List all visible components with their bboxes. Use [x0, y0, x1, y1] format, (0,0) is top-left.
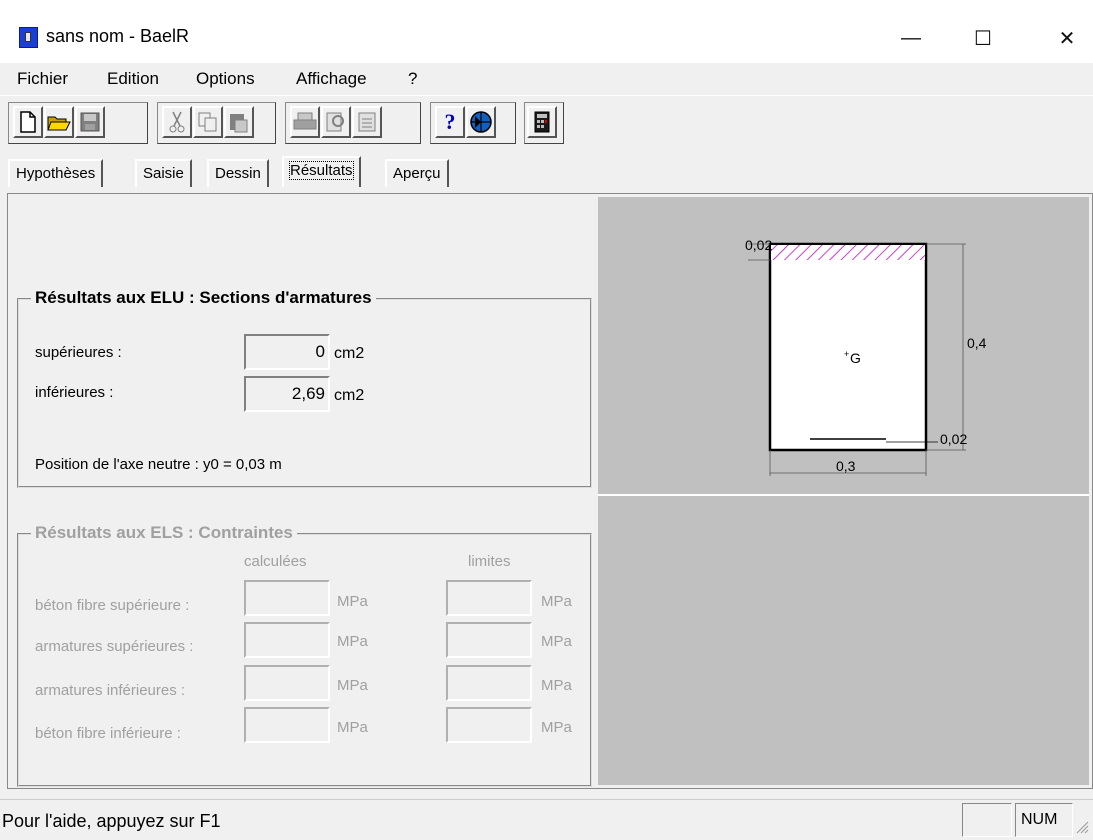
- tab-apercu[interactable]: Aperçu: [385, 159, 449, 187]
- tab-dessin[interactable]: Dessin: [207, 159, 269, 187]
- section-drawing-area: + G 0,02 0,4 0,02 0,3: [598, 197, 1089, 785]
- els-row-label: béton fibre supérieure :: [35, 597, 190, 614]
- height-dimension-label: 0,4: [967, 335, 987, 351]
- save-icon: [75, 106, 105, 138]
- menu-fichier[interactable]: Fichier: [17, 69, 68, 89]
- elu-group: Résultats aux ELU : Sections d'armatures…: [17, 288, 592, 488]
- beam-section-drawing: + G 0,02 0,4 0,02 0,3: [745, 237, 987, 476]
- open-folder-icon[interactable]: [44, 106, 74, 138]
- els-group: Résultats aux ELS : Contraintes calculée…: [17, 523, 592, 787]
- els-calculee-input: [244, 622, 330, 658]
- print-preview-icon: [321, 106, 351, 138]
- minimize-button[interactable]: —: [888, 18, 934, 58]
- status-indicator-empty: [962, 803, 1012, 837]
- els-unit: MPa: [541, 677, 572, 694]
- els-calculee-input: [244, 580, 330, 616]
- bottom-dimension-label: 0,02: [940, 431, 967, 447]
- tab-strip: Hypothèses Saisie Dessin Résultats Aperç…: [0, 153, 1093, 193]
- els-unit: MPa: [337, 677, 368, 694]
- inferieures-label: inférieures :: [35, 384, 114, 401]
- els-unit: MPa: [337, 719, 368, 736]
- toolbar-group-calc: [524, 102, 564, 144]
- tab-hypotheses[interactable]: Hypothèses: [8, 159, 104, 187]
- top-dimension-label: 0,02: [745, 237, 772, 253]
- els-legend: Résultats aux ELS : Contraintes: [31, 523, 297, 543]
- els-unit: MPa: [541, 633, 572, 650]
- toolbar-group-file: [8, 102, 148, 144]
- menu-edition[interactable]: Edition: [107, 69, 159, 89]
- toolbar: ?: [0, 95, 1093, 152]
- tab-label: Dessin: [215, 165, 261, 182]
- superieures-unit: cm2: [334, 345, 365, 362]
- help-icon[interactable]: ?: [435, 106, 465, 138]
- superieures-label: supérieures :: [35, 344, 122, 361]
- els-row-label: armatures supérieures :: [35, 638, 194, 655]
- status-bar: Pour l'aide, appuyez sur F1 NUM: [0, 799, 1093, 840]
- superieures-value: 0: [244, 334, 330, 370]
- tab-label: Résultats: [289, 161, 354, 180]
- drawing-divider: [598, 494, 1089, 496]
- els-row-label: béton fibre inférieure :: [35, 725, 181, 742]
- menu-help[interactable]: ?: [408, 69, 417, 89]
- page-setup-icon: [352, 106, 382, 138]
- tab-label: Aperçu: [393, 165, 441, 182]
- tab-saisie[interactable]: Saisie: [135, 159, 192, 187]
- copy-icon: [193, 106, 223, 138]
- els-unit: MPa: [337, 633, 368, 650]
- els-calculee-input: [244, 665, 330, 701]
- concrete-section: [768, 242, 928, 452]
- tab-label: Hypothèses: [16, 165, 96, 182]
- paste-icon: [224, 106, 254, 138]
- inferieures-value: 2,69: [244, 376, 330, 412]
- cut-icon: [162, 106, 192, 138]
- menu-affichage[interactable]: Affichage: [296, 69, 367, 89]
- compressed-zone: [771, 245, 925, 260]
- window-title: sans nom - BaelR: [46, 26, 190, 46]
- els-limite-input: [446, 707, 532, 743]
- col-limites: limites: [468, 553, 511, 570]
- tab-label: Saisie: [143, 165, 184, 182]
- els-limite-input: [446, 580, 532, 616]
- title-bar: sans nom - BaelR — ☐ ✕: [0, 0, 1093, 63]
- axe-neutre-text: Position de l'axe neutre : y0 = 0,03 m: [35, 456, 282, 473]
- tab-resultats[interactable]: Résultats: [282, 156, 361, 187]
- menu-bar: Fichier Edition Options Affichage ?: [0, 63, 1093, 95]
- status-help-text: Pour l'aide, appuyez sur F1: [2, 811, 221, 831]
- toolbar-group-help: ?: [430, 102, 516, 144]
- close-button[interactable]: ✕: [1044, 18, 1090, 58]
- els-unit: MPa: [337, 593, 368, 610]
- app-icon: [19, 27, 38, 48]
- new-file-icon[interactable]: [13, 106, 43, 138]
- calculator-icon[interactable]: [527, 106, 557, 138]
- centroid-marker: +: [844, 349, 849, 359]
- menu-options[interactable]: Options: [196, 69, 255, 89]
- maximize-button[interactable]: ☐: [960, 18, 1006, 58]
- col-calculees: calculées: [244, 553, 307, 570]
- globe-icon[interactable]: [466, 106, 496, 138]
- els-limite-input: [446, 622, 532, 658]
- els-unit: MPa: [541, 719, 572, 736]
- centroid-label: G: [850, 350, 861, 366]
- print-icon: [290, 106, 320, 138]
- toolbar-group-print: [285, 102, 421, 144]
- toolbar-group-edit: [157, 102, 276, 144]
- resize-grip-icon[interactable]: [1075, 820, 1089, 834]
- els-calculee-input: [244, 707, 330, 743]
- els-limite-input: [446, 665, 532, 701]
- inferieures-unit: cm2: [334, 387, 365, 404]
- width-dimension-label: 0,3: [836, 458, 856, 474]
- els-unit: MPa: [541, 593, 572, 610]
- status-num-indicator: NUM: [1015, 803, 1073, 837]
- els-row-label: armatures inférieures :: [35, 682, 186, 699]
- elu-legend: Résultats aux ELU : Sections d'armatures: [31, 288, 376, 308]
